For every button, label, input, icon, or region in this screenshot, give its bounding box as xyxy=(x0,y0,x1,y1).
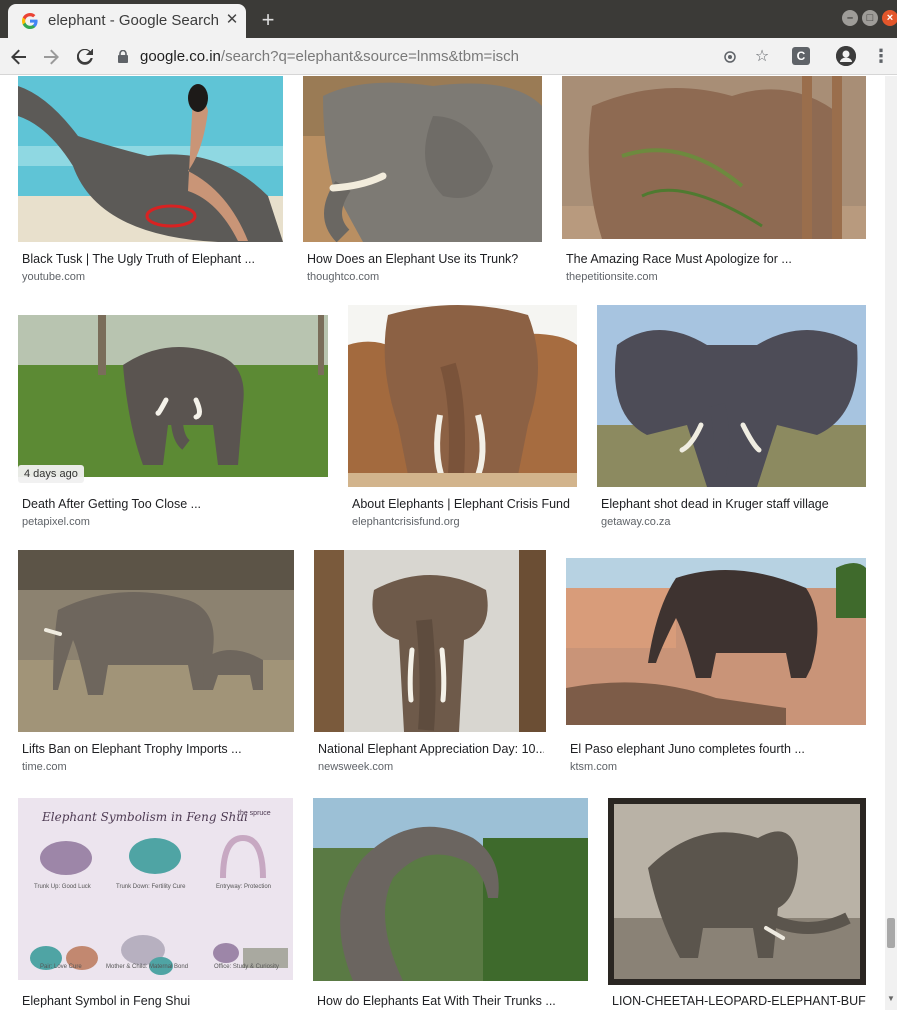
result-thumbnail[interactable] xyxy=(597,305,866,487)
forward-icon[interactable] xyxy=(38,44,64,70)
browser-tab[interactable]: elephant - Google Search ✕ xyxy=(8,4,246,38)
image-results-grid: Black Tusk | The Ugly Truth of Elephant … xyxy=(0,76,885,1010)
lock-icon xyxy=(118,50,128,63)
result-source[interactable]: elephantcrisisfund.org xyxy=(352,516,460,528)
result-thumbnail[interactable] xyxy=(18,550,294,732)
close-window-button[interactable]: × xyxy=(882,10,897,26)
infographic-label: Pair: Love Cure xyxy=(40,964,82,970)
result-source[interactable]: getaway.co.za xyxy=(601,516,671,528)
extension-icon[interactable]: C xyxy=(792,47,810,65)
result-thumbnail[interactable] xyxy=(608,798,866,985)
infographic-title: Elephant Symbolism in Feng Shui xyxy=(42,810,248,824)
result-caption[interactable]: National Elephant Appreciation Day: 10..… xyxy=(318,742,544,756)
result-thumbnail[interactable] xyxy=(313,798,588,981)
infographic-label: Mother & Child: Maternal Bond xyxy=(106,964,189,970)
tab-title: elephant - Google Search xyxy=(48,12,219,29)
result-thumbnail[interactable]: Elephant Symbolism in Feng Shui the spru… xyxy=(18,798,293,980)
result-source[interactable]: youtube.com xyxy=(22,271,85,283)
url-host: google.co.in xyxy=(140,48,221,65)
result-source[interactable]: thoughtco.com xyxy=(307,271,379,283)
maximize-button[interactable]: □ xyxy=(862,10,878,26)
result-card[interactable]: LION-CHEETAH-LEOPARD-ELEPHANT-BUFF... xyxy=(608,798,866,1010)
result-card[interactable]: Elephant shot dead in Kruger staff villa… xyxy=(597,305,866,528)
result-caption[interactable]: Death After Getting Too Close ... xyxy=(22,497,327,511)
result-caption[interactable]: How do Elephants Eat With Their Trunks .… xyxy=(317,994,587,1008)
result-caption[interactable]: El Paso elephant Juno completes fourth .… xyxy=(570,742,866,756)
back-icon[interactable] xyxy=(6,44,32,70)
google-icon xyxy=(22,13,38,29)
result-caption[interactable]: LION-CHEETAH-LEOPARD-ELEPHANT-BUFF... xyxy=(612,994,866,1008)
age-badge: 4 days ago xyxy=(18,465,84,483)
scrollbar-thumb[interactable] xyxy=(887,918,895,948)
tab-strip: elephant - Google Search ✕ + – □ × xyxy=(0,0,897,38)
url-path: /search?q=elephant&source=lnms&tbm=isch xyxy=(220,48,519,65)
result-source[interactable]: thepetitionsite.com xyxy=(566,271,658,283)
new-tab-button[interactable]: + xyxy=(256,8,280,32)
page-scrollbar[interactable]: ▼ xyxy=(885,76,897,1010)
url-text: google.co.in/search?q=elephant&source=ln… xyxy=(140,48,519,65)
minimize-button[interactable]: – xyxy=(842,10,858,26)
address-bar[interactable]: google.co.in/search?q=elephant&source=ln… xyxy=(104,41,794,72)
result-thumbnail[interactable] xyxy=(18,315,328,477)
result-card[interactable]: Black Tusk | The Ugly Truth of Elephant … xyxy=(18,76,283,286)
result-source[interactable]: newsweek.com xyxy=(318,761,393,773)
result-card[interactable]: Lifts Ban on Elephant Trophy Imports ...… xyxy=(18,550,294,773)
result-card[interactable]: National Elephant Appreciation Day: 10..… xyxy=(314,550,546,773)
infographic-label: Trunk Down: Fertility Cure xyxy=(116,884,186,890)
result-thumbnail[interactable] xyxy=(566,558,866,725)
result-card[interactable]: The Amazing Race Must Apologize for ... … xyxy=(562,76,866,286)
profile-avatar-icon[interactable] xyxy=(836,46,856,66)
result-source[interactable]: time.com xyxy=(22,761,67,773)
result-card[interactable]: How do Elephants Eat With Their Trunks .… xyxy=(313,798,588,1010)
result-thumbnail[interactable] xyxy=(314,550,546,732)
result-caption[interactable]: Elephant shot dead in Kruger staff villa… xyxy=(601,497,866,511)
result-thumbnail[interactable] xyxy=(348,305,577,487)
tab-close-icon[interactable]: ✕ xyxy=(222,10,242,30)
result-card[interactable]: El Paso elephant Juno completes fourth .… xyxy=(566,558,866,773)
result-caption[interactable]: Lifts Ban on Elephant Trophy Imports ... xyxy=(22,742,294,756)
result-caption[interactable]: Black Tusk | The Ugly Truth of Elephant … xyxy=(22,252,282,266)
result-caption[interactable]: Elephant Symbol in Feng Shui xyxy=(22,994,292,1008)
result-thumbnail[interactable] xyxy=(18,76,283,242)
infographic-label: Entryway: Protection xyxy=(216,884,272,890)
result-source[interactable]: petapixel.com xyxy=(22,516,90,528)
result-caption[interactable]: About Elephants | Elephant Crisis Fund xyxy=(352,497,577,511)
result-card[interactable]: Elephant Symbolism in Feng Shui the spru… xyxy=(18,798,293,1010)
infographic-label: Trunk Up: Good Luck xyxy=(34,884,91,890)
location-icon[interactable] xyxy=(720,47,740,67)
reload-icon[interactable] xyxy=(72,44,98,70)
result-caption[interactable]: How Does an Elephant Use its Trunk? xyxy=(307,252,542,266)
scroll-down-icon[interactable]: ▼ xyxy=(887,994,895,1003)
infographic-label: Office: Study & Curiosity xyxy=(214,964,279,970)
result-thumbnail[interactable] xyxy=(303,76,542,242)
menu-icon[interactable]: ⋮ xyxy=(872,45,890,67)
result-card[interactable]: How Does an Elephant Use its Trunk? thou… xyxy=(303,76,542,286)
result-source[interactable]: ktsm.com xyxy=(570,761,617,773)
toolbar: google.co.in/search?q=elephant&source=ln… xyxy=(0,38,897,75)
infographic-brand: the spruce xyxy=(238,810,271,817)
bookmark-star-icon[interactable]: ☆ xyxy=(752,47,772,67)
result-card[interactable]: 4 days ago Death After Getting Too Close… xyxy=(18,315,328,528)
result-caption[interactable]: The Amazing Race Must Apologize for ... xyxy=(566,252,866,266)
result-thumbnail[interactable] xyxy=(562,76,866,239)
result-card[interactable]: About Elephants | Elephant Crisis Fund e… xyxy=(348,305,577,528)
